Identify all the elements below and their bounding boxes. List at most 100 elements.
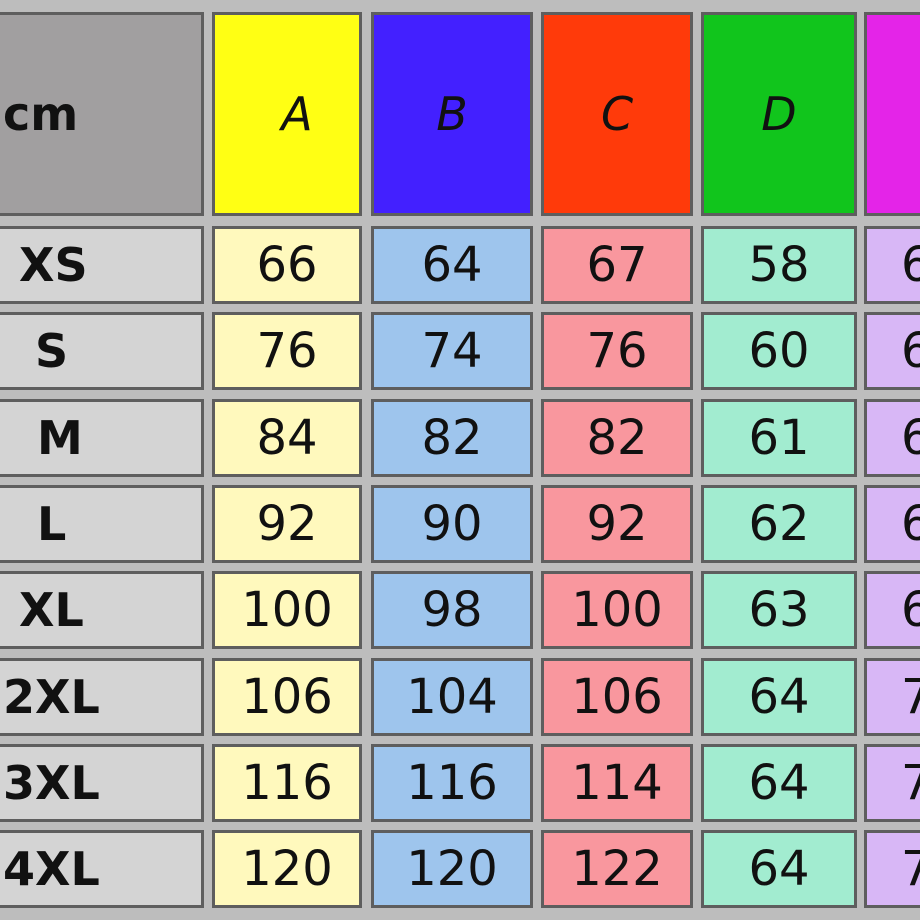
measurement-cell: 116 (212, 744, 362, 822)
measurement-cell-text: 64 (748, 755, 810, 811)
measurement-cell: 114 (541, 744, 693, 822)
size-label-text: 4XL (3, 842, 100, 896)
measurement-cell: 7 (864, 744, 920, 822)
measurement-cell-text: 6 (867, 410, 920, 466)
unit-header: cm (0, 12, 204, 216)
column-header-b: B (371, 12, 533, 216)
measurement-cell-text: 6 (867, 582, 920, 638)
size-label-text: XL (19, 583, 84, 637)
measurement-cell: 82 (541, 399, 693, 477)
column-header-d: D (701, 12, 857, 216)
measurement-cell-text: 74 (421, 323, 483, 379)
size-label: XL (0, 571, 204, 649)
measurement-cell-text: 122 (571, 841, 663, 897)
column-header-5 (864, 12, 920, 216)
measurement-cell: 100 (212, 571, 362, 649)
measurement-cell: 82 (371, 399, 533, 477)
measurement-cell-text: 66 (256, 237, 318, 293)
column-header-a: A (212, 12, 362, 216)
measurement-cell-text: 116 (241, 755, 333, 811)
size-label-text: 2XL (3, 670, 100, 724)
measurement-cell: 58 (701, 226, 857, 304)
measurement-cell-text: 120 (406, 841, 498, 897)
size-label: XS (0, 226, 204, 304)
measurement-cell: 76 (541, 312, 693, 390)
measurement-cell-text: 7 (867, 669, 920, 725)
measurement-cell-text: 120 (241, 841, 333, 897)
column-header-c: C (541, 12, 693, 216)
size-label: S (0, 312, 204, 390)
measurement-cell: 7 (864, 658, 920, 736)
measurement-cell-text: 100 (571, 582, 663, 638)
measurement-cell: 61 (701, 399, 857, 477)
measurement-cell: 67 (541, 226, 693, 304)
measurement-cell-text: 7 (867, 755, 920, 811)
measurement-cell-text: 64 (748, 841, 810, 897)
measurement-cell-text: 90 (421, 496, 483, 552)
size-label: 4XL (0, 830, 204, 908)
measurement-cell: 100 (541, 571, 693, 649)
size-label: 3XL (0, 744, 204, 822)
measurement-cell: 92 (541, 485, 693, 563)
measurement-cell-text: 64 (748, 669, 810, 725)
measurement-cell: 6 (864, 226, 920, 304)
measurement-cell: 120 (212, 830, 362, 908)
measurement-cell: 64 (701, 744, 857, 822)
size-label-text: L (37, 497, 67, 551)
measurement-cell-text: 60 (748, 323, 810, 379)
measurement-cell: 106 (541, 658, 693, 736)
measurement-cell: 60 (701, 312, 857, 390)
measurement-cell: 122 (541, 830, 693, 908)
column-header-b-text: B (436, 87, 468, 141)
measurement-cell-text: 58 (748, 237, 810, 293)
size-label-text: XS (19, 238, 88, 292)
size-label-text: M (37, 411, 83, 465)
measurement-cell: 64 (701, 830, 857, 908)
measurement-cell: 66 (212, 226, 362, 304)
measurement-cell: 116 (371, 744, 533, 822)
measurement-cell: 104 (371, 658, 533, 736)
size-label: M (0, 399, 204, 477)
measurement-cell-text: 63 (748, 582, 810, 638)
measurement-cell: 120 (371, 830, 533, 908)
measurement-cell-text: 114 (571, 755, 663, 811)
measurement-cell-text: 6 (867, 237, 920, 293)
measurement-cell-text: 106 (241, 669, 333, 725)
measurement-cell-text: 106 (571, 669, 663, 725)
measurement-cell-text: 116 (406, 755, 498, 811)
measurement-cell: 92 (212, 485, 362, 563)
measurement-cell-text: 84 (256, 410, 318, 466)
measurement-cell-text: 64 (421, 237, 483, 293)
measurement-cell-text: 92 (256, 496, 318, 552)
column-header-d-text: D (761, 87, 797, 141)
measurement-cell: 6 (864, 571, 920, 649)
measurement-cell-text: 6 (867, 323, 920, 379)
size-label: L (0, 485, 204, 563)
measurement-cell: 6 (864, 485, 920, 563)
measurement-cell: 84 (212, 399, 362, 477)
measurement-cell: 106 (212, 658, 362, 736)
measurement-cell-text: 92 (586, 496, 648, 552)
measurement-cell-text: 7 (867, 841, 920, 897)
measurement-cell: 6 (864, 312, 920, 390)
unit-header-text: cm (3, 87, 79, 141)
measurement-cell: 98 (371, 571, 533, 649)
measurement-cell: 74 (371, 312, 533, 390)
column-header-a-text: A (281, 87, 313, 141)
measurement-cell-text: 76 (586, 323, 648, 379)
size-label: 2XL (0, 658, 204, 736)
measurement-cell-text: 104 (406, 669, 498, 725)
measurement-cell: 7 (864, 830, 920, 908)
measurement-cell-text: 82 (421, 410, 483, 466)
measurement-cell: 63 (701, 571, 857, 649)
size-chart: cmABCDXS666467586S767476606M848282616L92… (0, 0, 920, 920)
measurement-cell: 64 (371, 226, 533, 304)
measurement-cell-text: 76 (256, 323, 318, 379)
measurement-cell-text: 98 (421, 582, 483, 638)
measurement-cell-text: 61 (748, 410, 810, 466)
measurement-cell: 76 (212, 312, 362, 390)
measurement-cell-text: 62 (748, 496, 810, 552)
measurement-cell-text: 6 (867, 496, 920, 552)
measurement-cell: 6 (864, 399, 920, 477)
column-header-c-text: C (600, 87, 634, 141)
